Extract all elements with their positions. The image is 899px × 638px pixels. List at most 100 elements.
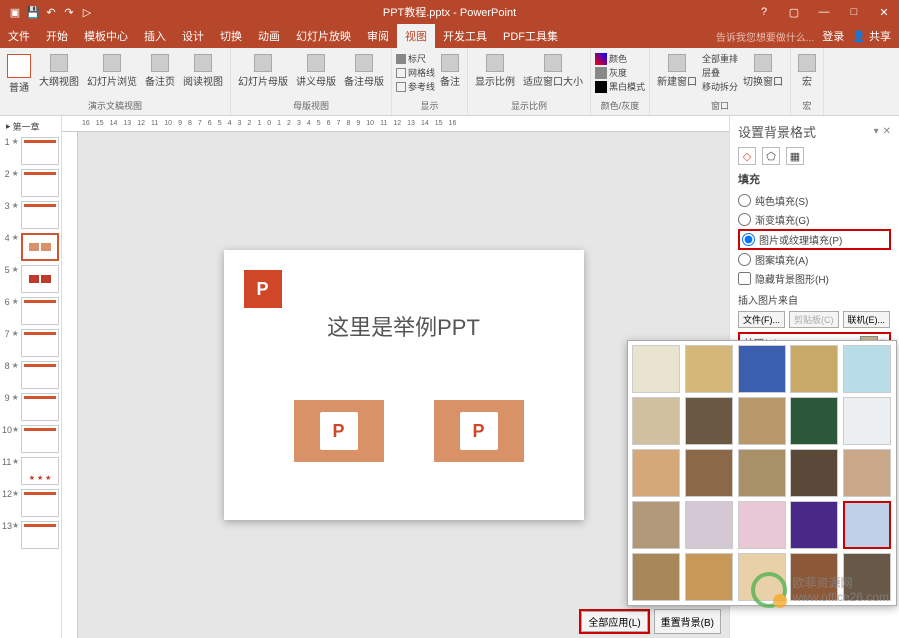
slide-thumbnail[interactable]: 8★ (2, 359, 59, 391)
texture-swatch[interactable] (632, 397, 680, 445)
undo-icon[interactable]: ↶ (44, 5, 58, 19)
texture-swatch[interactable] (685, 553, 733, 601)
effects-tab-icon[interactable]: ⬠ (762, 147, 780, 165)
slide-thumbnail[interactable]: 4★ (2, 231, 59, 263)
new-window-button[interactable]: 新建窗口 (654, 52, 700, 90)
texture-swatch[interactable] (790, 345, 838, 393)
slide-thumbnail[interactable]: 13★ (2, 519, 59, 551)
slide-master-button[interactable]: 幻灯片母版 (235, 52, 291, 90)
tab-insert[interactable]: 插入 (136, 24, 174, 48)
online-button[interactable]: 联机(E)... (843, 311, 891, 328)
notes-page-button[interactable]: 备注页 (142, 52, 178, 90)
gridlines-checkbox[interactable]: 网格线 (396, 66, 435, 79)
close-icon[interactable]: ✕ (869, 0, 899, 24)
texture-swatch[interactable] (790, 501, 838, 549)
switch-windows-button[interactable]: 切换窗口 (740, 52, 786, 90)
fit-window-button[interactable]: 适应窗口大小 (520, 52, 586, 90)
slide-thumbnail[interactable]: 6★ (2, 295, 59, 327)
move-split-button[interactable]: 移动拆分 (702, 80, 738, 93)
blackwhite-button[interactable]: 黑白模式 (595, 80, 645, 93)
hide-bg-checkbox[interactable]: 隐藏背景图形(H) (738, 269, 891, 288)
reading-view-button[interactable]: 阅读视图 (180, 52, 226, 90)
cascade-button[interactable]: 层叠 (702, 66, 738, 79)
fill-section[interactable]: 填充 (738, 171, 891, 187)
ruler-checkbox[interactable]: 标尺 (396, 52, 435, 65)
maximize-icon[interactable]: □ (839, 0, 869, 24)
tab-file[interactable]: 文件 (0, 24, 38, 48)
macros-button[interactable]: 宏 (795, 52, 819, 90)
texture-swatch[interactable] (685, 449, 733, 497)
slide-canvas[interactable]: P 这里是举例PPT P P (224, 250, 584, 520)
login-button[interactable]: 登录 (822, 28, 844, 44)
grayscale-button[interactable]: 灰度 (595, 66, 645, 79)
pattern-fill-radio[interactable]: 图案填充(A) (738, 250, 891, 269)
tell-me[interactable]: 告诉我您想要做什么... (716, 29, 814, 44)
tab-templates[interactable]: 模板中心 (76, 24, 136, 48)
tab-view[interactable]: 视图 (397, 24, 435, 48)
tab-review[interactable]: 审阅 (359, 24, 397, 48)
outline-view-button[interactable]: 大纲视图 (36, 52, 82, 90)
slide-thumbnail[interactable]: 10★ (2, 423, 59, 455)
slide-thumbnail[interactable]: 3★ (2, 199, 59, 231)
solid-fill-radio[interactable]: 纯色填充(S) (738, 191, 891, 210)
slide-thumbnail[interactable]: 1★ (2, 135, 59, 167)
color-button[interactable]: 颜色 (595, 52, 645, 65)
slide-thumbnail[interactable]: 5★ (2, 263, 59, 295)
help-icon[interactable]: ? (749, 0, 779, 24)
normal-view-button[interactable]: 普通 (4, 52, 34, 96)
tab-transitions[interactable]: 切换 (212, 24, 250, 48)
texture-swatch[interactable] (790, 449, 838, 497)
texture-swatch[interactable] (843, 397, 891, 445)
slide-panel[interactable]: ▸ 第一章 1★2★3★4★5★6★7★8★9★10★11★★ ★ ★12★13… (0, 116, 62, 638)
chapter-header[interactable]: ▸ 第一章 (2, 118, 59, 135)
slide-thumbnail[interactable]: 12★ (2, 487, 59, 519)
save-icon[interactable]: 💾 (26, 5, 40, 19)
minimize-icon[interactable]: — (809, 0, 839, 24)
texture-swatch[interactable] (685, 501, 733, 549)
tab-animations[interactable]: 动画 (250, 24, 288, 48)
gradient-fill-radio[interactable]: 渐变填充(G) (738, 210, 891, 229)
start-icon[interactable]: ▷ (80, 5, 94, 19)
texture-swatch[interactable] (738, 397, 786, 445)
tab-design[interactable]: 设计 (174, 24, 212, 48)
ribbon-toggle-icon[interactable]: ▢ (779, 0, 809, 24)
texture-swatch[interactable] (738, 449, 786, 497)
texture-swatch[interactable] (685, 397, 733, 445)
texture-swatch[interactable] (632, 345, 680, 393)
slide-sorter-button[interactable]: 幻灯片浏览 (84, 52, 140, 90)
slide-thumbnail[interactable]: 2★ (2, 167, 59, 199)
guides-checkbox[interactable]: 参考线 (396, 80, 435, 93)
slide-thumbnail[interactable]: 9★ (2, 391, 59, 423)
share-button[interactable]: 👤 共享 (852, 28, 891, 44)
clipboard-button[interactable]: 剪贴板(C) (789, 311, 839, 328)
picture-tab-icon[interactable]: ▦ (786, 147, 804, 165)
pane-dropdown-icon[interactable]: ▾ (874, 126, 879, 137)
tab-slideshow[interactable]: 幻灯片放映 (288, 24, 359, 48)
file-button[interactable]: 文件(F)... (738, 311, 785, 328)
apply-all-button[interactable]: 全部应用(L) (581, 611, 647, 632)
pane-close-icon[interactable]: ✕ (883, 126, 891, 137)
texture-swatch[interactable] (738, 501, 786, 549)
zoom-button[interactable]: 显示比例 (472, 52, 518, 90)
texture-swatch[interactable] (632, 501, 680, 549)
tab-home[interactable]: 开始 (38, 24, 76, 48)
texture-swatch[interactable] (632, 449, 680, 497)
texture-swatch[interactable] (685, 345, 733, 393)
notes-button[interactable]: 备注 (437, 52, 463, 90)
texture-swatch[interactable] (632, 553, 680, 601)
tab-developer[interactable]: 开发工具 (435, 24, 495, 48)
tab-pdf[interactable]: PDF工具集 (495, 24, 566, 48)
texture-swatch[interactable] (790, 397, 838, 445)
slide-thumbnail[interactable]: 7★ (2, 327, 59, 359)
texture-swatch[interactable] (843, 345, 891, 393)
picture-fill-radio[interactable]: 图片或纹理填充(P) (738, 229, 891, 250)
texture-swatch[interactable] (843, 449, 891, 497)
notes-master-button[interactable]: 备注母版 (341, 52, 387, 90)
texture-swatch[interactable] (843, 501, 891, 549)
texture-swatch[interactable] (738, 345, 786, 393)
handout-master-button[interactable]: 讲义母版 (293, 52, 339, 90)
redo-icon[interactable]: ↷ (62, 5, 76, 19)
slide-thumbnail[interactable]: 11★★ ★ ★ (2, 455, 59, 487)
fill-tab-icon[interactable]: ◇ (738, 147, 756, 165)
arrange-all-button[interactable]: 全部重排 (702, 52, 738, 65)
